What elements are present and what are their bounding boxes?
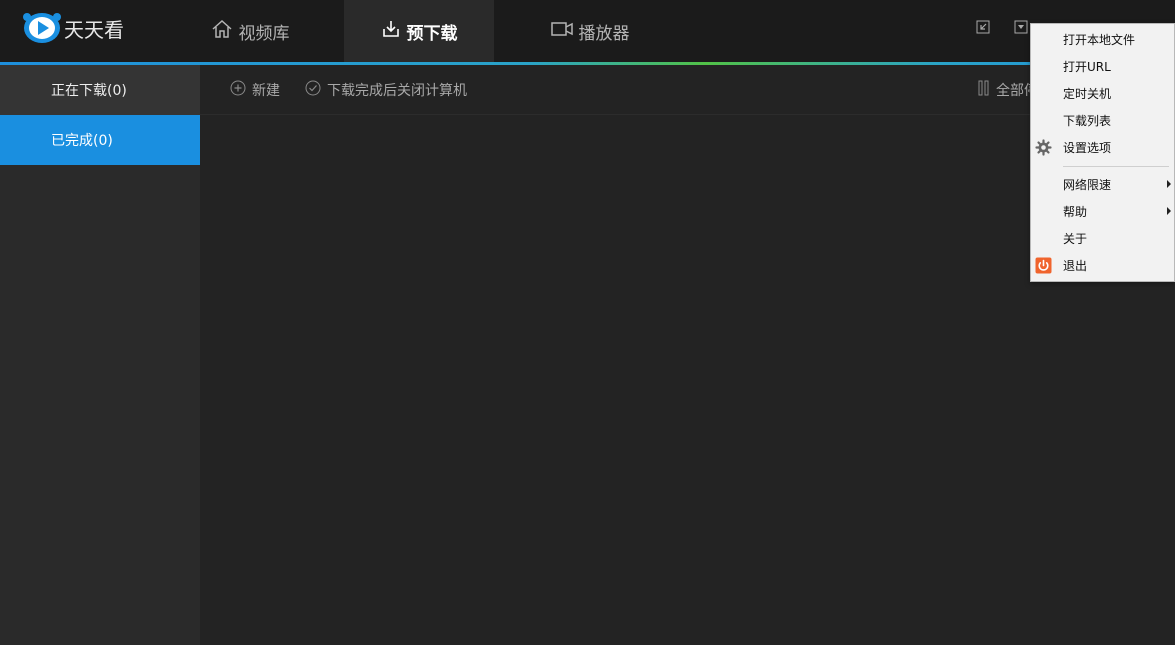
dropdown-menu-icon [1013, 19, 1029, 39]
tiantiankan-logo-icon [22, 11, 62, 45]
menu-item-download-list[interactable]: 下载列表 [1031, 107, 1174, 134]
submenu-arrow-icon [1167, 207, 1171, 215]
sidebar-item-label: 已完成(0) [51, 133, 113, 149]
menu-item-label: 设置选项 [1063, 141, 1112, 155]
sidebar-item-completed[interactable]: 已完成(0) [0, 115, 200, 165]
shutdown-after-download-toggle[interactable]: 下载完成后关闭计算机 [305, 80, 467, 100]
new-task-label: 新建 [252, 83, 280, 99]
menu-item-label: 下载列表 [1063, 114, 1112, 128]
main-content: 新建 下载完成后关闭计算机 全部停 [200, 65, 1175, 645]
menu-separator [1063, 166, 1169, 167]
menu-item-open-local-file[interactable]: 打开本地文件 [1031, 26, 1174, 53]
gear-icon [1035, 139, 1052, 156]
tab-predownload[interactable]: 预下载 [344, 0, 494, 62]
menu-item-label: 打开URL [1063, 60, 1111, 74]
main-dropdown-menu: 打开本地文件 打开URL 定时关机 下载列表 设置选项 网络限速 帮助 关于 退… [1030, 23, 1175, 282]
new-task-button[interactable]: 新建 [230, 80, 280, 100]
app-name: 天天看 [64, 17, 124, 42]
tab-video-library[interactable]: 视频库 [196, 0, 304, 62]
menu-item-label: 退出 [1063, 259, 1088, 273]
sidebar: 正在下载(0) 已完成(0) [0, 65, 200, 645]
menu-item-help[interactable]: 帮助 [1031, 198, 1174, 225]
sidebar-item-downloading[interactable]: 正在下载(0) [0, 65, 200, 115]
menu-item-label: 定时关机 [1063, 87, 1112, 101]
app-logo: 天天看 [22, 10, 124, 46]
sidebar-item-label: 正在下载(0) [51, 83, 127, 99]
app-header: 天天看 视频库 预下载 播放器 [0, 0, 1175, 62]
menu-item-label: 打开本地文件 [1063, 33, 1136, 47]
check-circle-icon [305, 80, 327, 100]
plus-circle-icon [230, 80, 252, 100]
tab-player[interactable]: 播放器 [536, 0, 644, 62]
menu-item-exit[interactable]: 退出 [1031, 252, 1174, 279]
menu-item-network-speed-limit[interactable]: 网络限速 [1031, 171, 1174, 198]
power-icon [1035, 257, 1052, 274]
submenu-arrow-icon [1167, 180, 1171, 188]
mini-mode-icon [975, 19, 991, 39]
main-menu-button[interactable] [1012, 20, 1030, 38]
pause-icon [978, 80, 996, 100]
menu-item-open-url[interactable]: 打开URL [1031, 53, 1174, 80]
mini-mode-button[interactable] [974, 20, 992, 38]
menu-item-scheduled-shutdown[interactable]: 定时关机 [1031, 80, 1174, 107]
download-icon [381, 19, 407, 44]
tab-label: 视频库 [238, 23, 290, 44]
menu-item-about[interactable]: 关于 [1031, 225, 1174, 252]
home-icon [211, 19, 239, 44]
menu-item-label: 关于 [1063, 232, 1088, 246]
menu-item-label: 网络限速 [1063, 178, 1112, 192]
menu-item-settings[interactable]: 设置选项 [1031, 134, 1174, 161]
pause-all-button[interactable]: 全部停 [978, 80, 1038, 100]
shutdown-label: 下载完成后关闭计算机 [327, 83, 467, 99]
toolbar: 新建 下载完成后关闭计算机 全部停 [200, 65, 1175, 115]
tab-label: 播放器 [578, 23, 630, 44]
video-camera-icon [550, 21, 579, 42]
menu-item-label: 帮助 [1063, 205, 1088, 219]
tab-label: 预下载 [406, 23, 458, 44]
